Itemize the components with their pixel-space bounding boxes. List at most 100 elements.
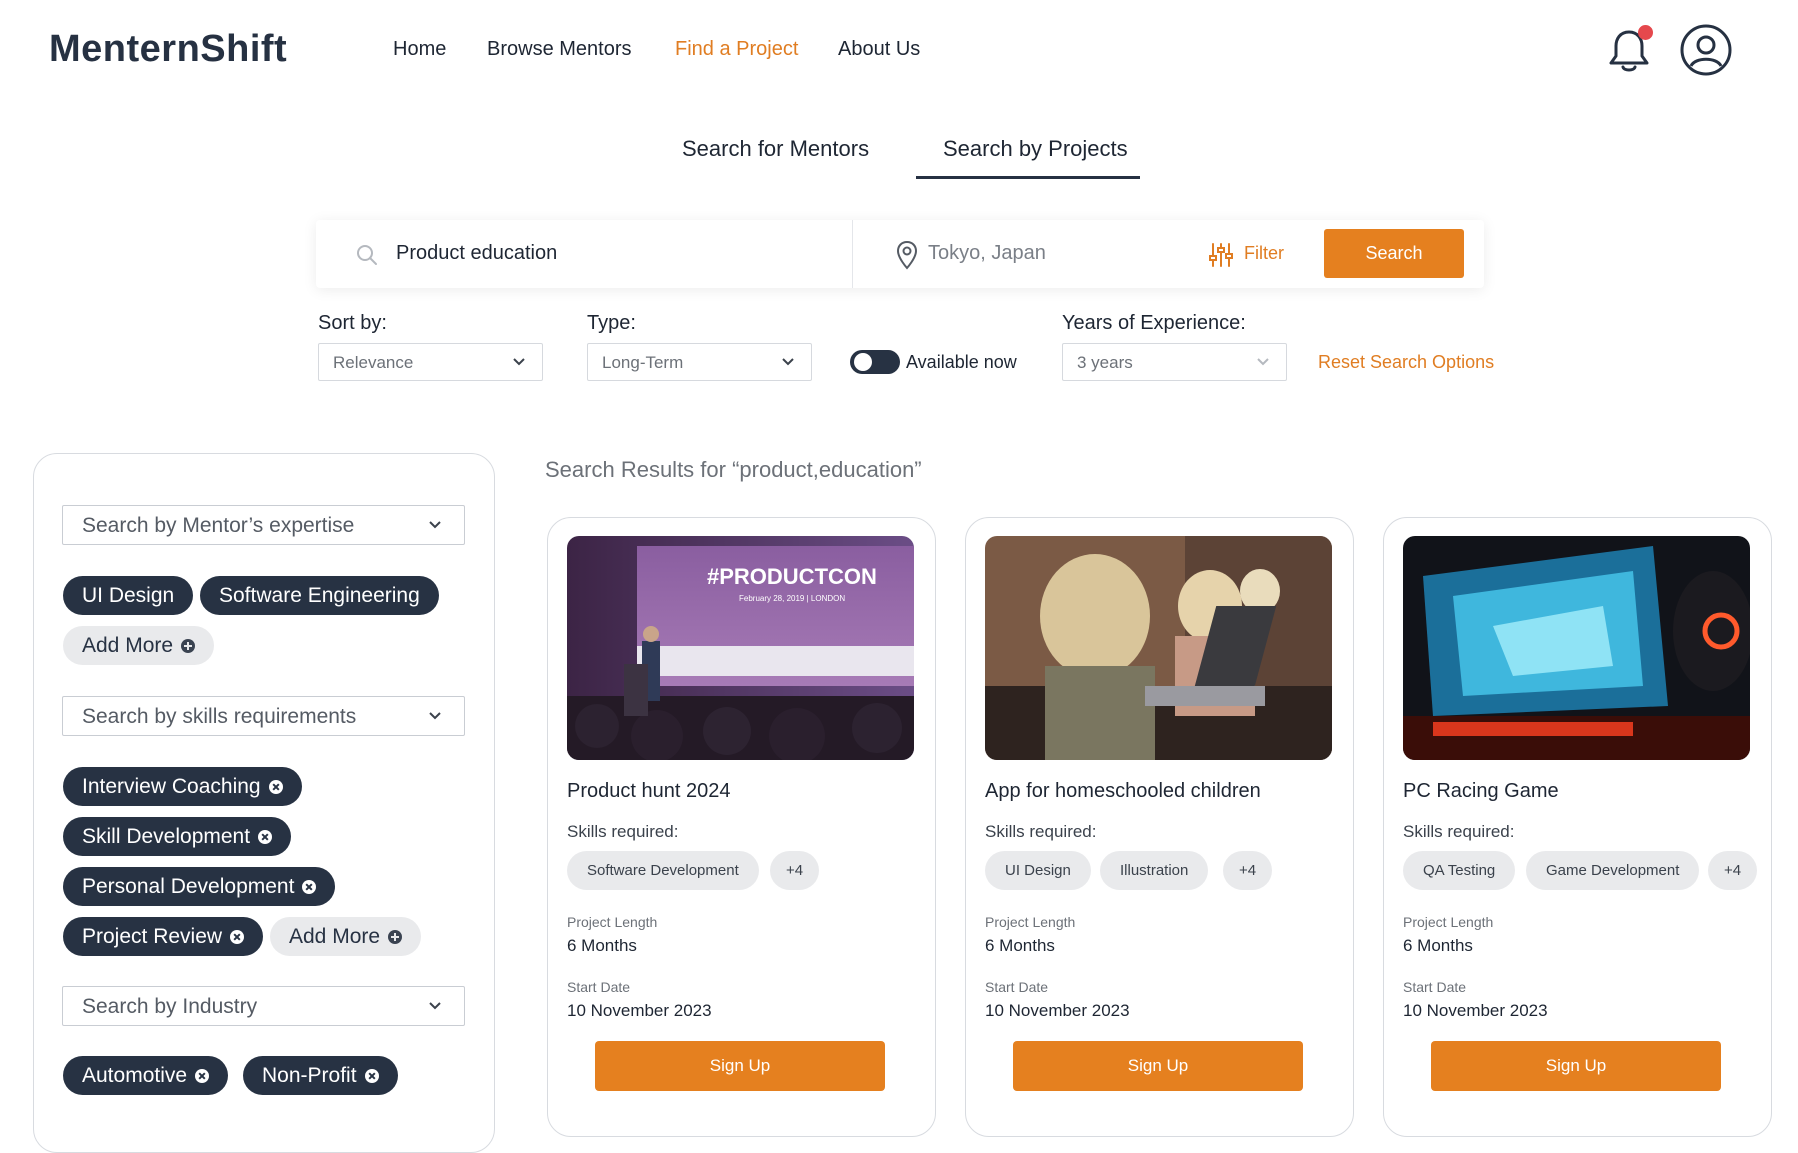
industry-select[interactable]: Search by Industry — [62, 986, 465, 1026]
skill-chip[interactable]: Personal Development — [63, 867, 336, 906]
project-length-label: Project Length — [1403, 914, 1494, 930]
skill-tag: QA Testing — [1403, 851, 1516, 890]
experience-value: 3 years — [1077, 353, 1133, 372]
search-divider — [852, 220, 853, 288]
chip-label: Automotive — [82, 1064, 188, 1087]
skill-more-tag[interactable]: +4 — [1223, 851, 1273, 890]
skill-tag: UI Design — [985, 851, 1091, 890]
project-card[interactable]: PC Racing Game Skills required: QA Testi… — [1383, 517, 1772, 1137]
search-results-title: Search Results for “product,education” — [545, 457, 922, 482]
sign-up-button[interactable]: Sign Up — [1431, 1041, 1721, 1091]
start-date-value: 10 November 2023 — [1403, 1001, 1548, 1020]
skill-chip[interactable]: Skill Development — [63, 817, 292, 856]
add-more-label: Add More — [82, 634, 174, 657]
chevron-down-icon — [429, 1002, 441, 1010]
skills-required-label: Skills required: — [985, 822, 1097, 841]
project-length-label: Project Length — [985, 914, 1076, 930]
sort-label: Sort by: — [318, 312, 387, 334]
search-input[interactable]: Product education — [396, 242, 557, 265]
skills-requirements-select[interactable]: Search by skills requirements — [62, 696, 465, 736]
mentor-expertise-placeholder: Search by Mentor’s expertise — [82, 514, 355, 537]
skill-chip[interactable]: Interview Coaching — [63, 767, 302, 806]
skills-required-label: Skills required: — [567, 822, 679, 841]
type-value: Long-Term — [602, 353, 684, 372]
skill-tag: Software Development — [567, 851, 759, 890]
start-date-value: 10 November 2023 — [985, 1001, 1130, 1020]
toggle-knob — [854, 353, 872, 371]
chip-label: Non-Profit — [262, 1064, 357, 1087]
reset-search-options-link[interactable]: Reset Search Options — [1318, 352, 1494, 373]
nav-browse-mentors[interactable]: Browse Mentors — [487, 38, 632, 61]
sign-up-button[interactable]: Sign Up — [1013, 1041, 1303, 1091]
remove-icon[interactable] — [268, 780, 283, 794]
filter-button[interactable]: Filter — [1244, 243, 1284, 264]
project-length-value: 6 Months — [985, 936, 1055, 955]
skill-chip[interactable]: Project Review — [63, 917, 264, 956]
image-banner-subtitle: February 28, 2019 | LONDON — [739, 594, 846, 603]
project-length-label: Project Length — [567, 914, 658, 930]
location-input[interactable]: Tokyo, Japan — [928, 242, 1046, 265]
type-label: Type: — [587, 312, 636, 334]
chip-label: Skill Development — [82, 825, 251, 848]
start-date-value: 10 November 2023 — [567, 1001, 712, 1020]
logo[interactable]: MenternShift — [49, 28, 287, 71]
project-card[interactable]: #PRODUCTCON February 28, 2019 | LONDON P… — [547, 517, 936, 1137]
project-length-value: 6 Months — [1403, 936, 1473, 955]
remove-icon[interactable] — [302, 880, 317, 894]
location-pin-icon — [896, 240, 918, 270]
type-select[interactable]: Long-Term — [587, 343, 812, 381]
skills-requirements-placeholder: Search by skills requirements — [82, 705, 357, 728]
chip-label: Interview Coaching — [82, 775, 261, 798]
plus-circle-icon — [388, 930, 403, 944]
experience-label: Years of Experience: — [1062, 312, 1246, 334]
plus-circle-icon — [181, 639, 196, 653]
industry-placeholder: Search by Industry — [82, 995, 258, 1018]
tab-search-for-mentors[interactable]: Search for Mentors — [682, 136, 869, 162]
notification-badge — [1638, 25, 1653, 40]
sign-up-button[interactable]: Sign Up — [595, 1041, 885, 1091]
remove-icon[interactable] — [230, 930, 245, 944]
user-avatar-icon[interactable] — [1680, 24, 1732, 76]
tab-search-by-projects[interactable]: Search by Projects — [943, 136, 1128, 162]
sort-value: Relevance — [333, 353, 414, 372]
industry-chip[interactable]: Non-Profit — [243, 1056, 398, 1095]
start-date-label: Start Date — [1403, 979, 1467, 995]
project-image-children-laptops — [985, 536, 1332, 760]
search-icon — [357, 245, 377, 265]
search-button[interactable]: Search — [1324, 229, 1464, 278]
expertise-chip[interactable]: Software Engineering — [200, 576, 439, 615]
nav-find-a-project[interactable]: Find a Project — [675, 38, 798, 61]
skill-tag: Game Development — [1526, 851, 1700, 890]
skills-add-more-button[interactable]: Add More — [270, 917, 422, 956]
skills-required-label: Skills required: — [1403, 822, 1515, 841]
active-tab-underline — [916, 176, 1140, 179]
start-date-label: Start Date — [985, 979, 1049, 995]
sort-select[interactable]: Relevance — [318, 343, 543, 381]
expertise-add-more-button[interactable]: Add More — [63, 626, 215, 665]
available-now-label: Available now — [906, 352, 1017, 372]
nav-about-us[interactable]: About Us — [838, 38, 920, 61]
chevron-down-icon — [513, 358, 525, 366]
chip-label: Software Engineering — [219, 584, 420, 607]
skill-more-tag[interactable]: +4 — [1708, 851, 1758, 890]
project-image-conference: #PRODUCTCON February 28, 2019 | LONDON — [567, 536, 914, 760]
filter-sliders-icon[interactable] — [1208, 242, 1234, 268]
remove-icon[interactable] — [195, 1069, 210, 1083]
start-date-label: Start Date — [567, 979, 631, 995]
remove-icon[interactable] — [258, 830, 273, 844]
project-title[interactable]: App for homeschooled children — [985, 780, 1261, 803]
experience-select[interactable]: 3 years — [1062, 343, 1287, 381]
skill-more-tag[interactable]: +4 — [770, 851, 820, 890]
nav-home[interactable]: Home — [393, 38, 446, 61]
remove-icon[interactable] — [364, 1069, 379, 1083]
image-banner-text: #PRODUCTCON — [707, 564, 877, 589]
skill-tag: Illustration — [1100, 851, 1209, 890]
mentor-expertise-select[interactable]: Search by Mentor’s expertise — [62, 505, 465, 545]
project-title[interactable]: Product hunt 2024 — [567, 780, 730, 803]
chip-label: UI Design — [82, 584, 175, 607]
industry-chip[interactable]: Automotive — [63, 1056, 229, 1095]
project-card[interactable]: App for homeschooled children Skills req… — [965, 517, 1354, 1137]
expertise-chip[interactable]: UI Design — [63, 576, 194, 615]
project-length-value: 6 Months — [567, 936, 637, 955]
project-title[interactable]: PC Racing Game — [1403, 780, 1559, 803]
